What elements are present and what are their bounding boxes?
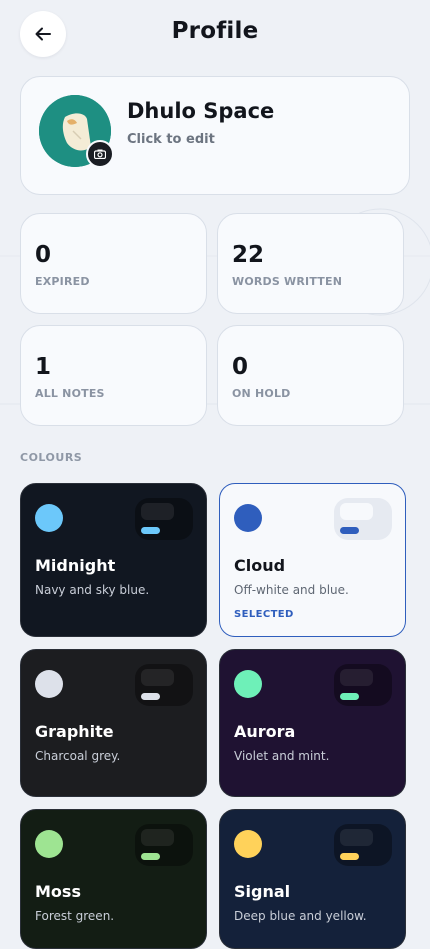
stat-label: EXPIRED <box>35 275 90 288</box>
stat-card-on-hold: 0 ON HOLD <box>217 325 404 426</box>
theme-name: Signal <box>234 882 291 901</box>
camera-glyph <box>94 149 106 159</box>
section-label-colours: COLOURS <box>20 451 83 464</box>
stat-card-words-written: 22 WORDS WRITTEN <box>217 213 404 314</box>
theme-swatch <box>35 670 63 698</box>
stat-value: 1 <box>35 354 52 380</box>
theme-description: Navy and sky blue. <box>35 583 150 597</box>
theme-card-aurora[interactable]: Aurora Violet and mint. <box>219 649 406 797</box>
page-title: Profile <box>171 18 259 44</box>
profile-card[interactable] <box>20 76 410 195</box>
theme-swatch <box>234 670 262 698</box>
theme-swatch <box>35 504 63 532</box>
theme-description: Charcoal grey. <box>35 749 121 763</box>
stat-value: 22 <box>232 242 265 268</box>
camera-icon[interactable] <box>86 140 114 168</box>
theme-card-cloud[interactable]: Cloud Off-white and blue. SELECTED <box>219 483 406 637</box>
theme-preview <box>135 498 193 540</box>
theme-swatch <box>35 830 63 858</box>
theme-name: Aurora <box>234 722 296 741</box>
theme-card-midnight[interactable]: Midnight Navy and sky blue. <box>20 483 207 637</box>
theme-description: Violet and mint. <box>234 749 330 763</box>
theme-preview <box>135 824 193 866</box>
stat-value: 0 <box>35 242 52 268</box>
header: Profile <box>0 0 430 68</box>
theme-preview <box>334 824 392 866</box>
theme-name: Graphite <box>35 722 114 741</box>
stat-card-all-notes: 1 ALL NOTES <box>20 325 207 426</box>
theme-preview <box>135 664 193 706</box>
stat-value: 0 <box>232 354 249 380</box>
theme-card-signal[interactable]: Signal Deep blue and yellow. <box>219 809 406 949</box>
theme-name: Midnight <box>35 556 116 575</box>
stat-card-expired: 0 EXPIRED <box>20 213 207 314</box>
theme-selected-badge: SELECTED <box>234 609 294 620</box>
stat-label: WORDS WRITTEN <box>232 275 343 288</box>
theme-swatch <box>234 504 262 532</box>
theme-swatch <box>234 830 262 858</box>
stat-label: ON HOLD <box>232 387 291 400</box>
theme-description: Deep blue and yellow. <box>234 909 367 923</box>
theme-description: Forest green. <box>35 909 115 923</box>
theme-preview <box>334 664 392 706</box>
theme-card-graphite[interactable]: Graphite Charcoal grey. <box>20 649 207 797</box>
theme-card-moss[interactable]: Moss Forest green. <box>20 809 207 949</box>
stat-label: ALL NOTES <box>35 387 105 400</box>
theme-name: Moss <box>35 882 81 901</box>
theme-name: Cloud <box>234 556 286 575</box>
profile-edit-hint: Click to edit <box>127 132 215 147</box>
profile-name[interactable]: Dhulo Space <box>127 99 274 123</box>
theme-description: Off-white and blue. <box>234 583 349 597</box>
theme-preview <box>334 498 392 540</box>
